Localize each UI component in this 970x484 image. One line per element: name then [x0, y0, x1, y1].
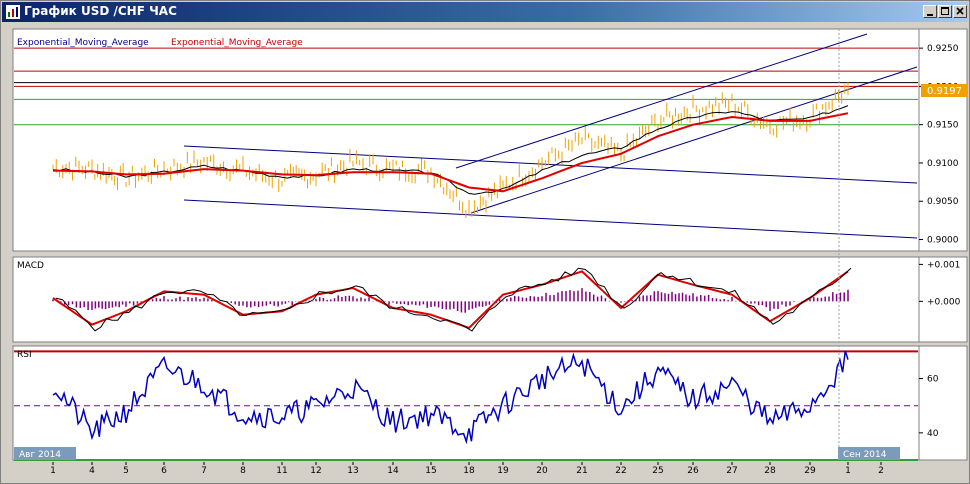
macd-tick-label: +0.000: [927, 297, 961, 307]
legend-ema-2: Exponential_Moving_Average: [171, 38, 303, 48]
chart-area[interactable]: 0.92500.92000.91500.91000.90500.9000 +0.…: [1, 1, 969, 483]
rsi-axis: [918, 345, 968, 461]
x-tick-label: 15: [425, 466, 436, 476]
rsi-tick-label: 40: [927, 429, 939, 439]
x-tick-label: 18: [463, 466, 475, 476]
x-tick-label: 11: [276, 466, 287, 476]
chart-window: График USD /CHF ЧАС 0.92500.92000.91500.…: [0, 0, 970, 484]
price-tick-label: 0.9150: [927, 121, 959, 131]
x-tick-label: 29: [804, 466, 816, 476]
month-label-aug: Авг 2014: [19, 450, 61, 460]
legend-ema-1: Exponential_Moving_Average: [17, 38, 149, 48]
macd-tick-label: +0.001: [927, 260, 960, 270]
x-tick-label: 12: [310, 466, 321, 476]
x-tick-label: 27: [726, 466, 737, 476]
price-tick-label: 0.9000: [927, 236, 959, 246]
x-tick-label: 2: [878, 466, 884, 476]
macd-label: MACD: [17, 261, 44, 271]
rsi-tick-label: 60: [927, 375, 939, 385]
x-tick-label: 22: [615, 466, 626, 476]
x-tick-label: 4: [89, 466, 95, 476]
x-tick-label: 1: [50, 466, 56, 476]
price-tick-label: 0.9050: [927, 197, 959, 207]
x-tick-label: 6: [161, 466, 167, 476]
x-tick-label: 14: [387, 466, 399, 476]
current-price-label: 0.9197: [927, 86, 962, 97]
x-tick-label: 13: [347, 466, 358, 476]
x-tick-label: 8: [240, 466, 246, 476]
x-tick-label: 26: [687, 466, 699, 476]
x-tick-label: 21: [576, 466, 587, 476]
month-label-sep: Сен 2014: [843, 450, 887, 460]
x-tick-label: 5: [123, 466, 129, 476]
price-axis: [918, 28, 968, 252]
x-tick-label: 19: [497, 466, 509, 476]
x-tick-label: 7: [201, 466, 207, 476]
x-tick-label: 25: [652, 466, 663, 476]
x-tick-label: 28: [764, 466, 776, 476]
rsi-label: RSI: [17, 350, 32, 360]
x-tick-label: 20: [536, 466, 548, 476]
price-tick-label: 0.9250: [927, 44, 959, 54]
price-tick-label: 0.9100: [927, 159, 959, 169]
x-tick-label: 1: [845, 466, 851, 476]
